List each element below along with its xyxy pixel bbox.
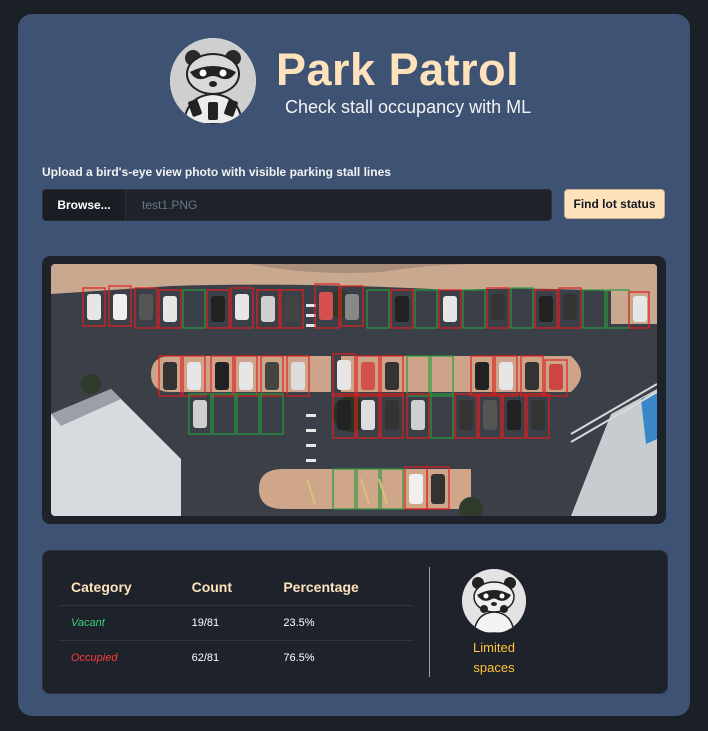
main-card: Park Patrol Check stall occupancy with M… bbox=[18, 14, 690, 716]
table-row: Vacant 19/81 23.5% bbox=[59, 605, 413, 641]
find-lot-status-button[interactable]: Find lot status bbox=[564, 189, 665, 219]
vacant-count: 19/81 bbox=[179, 605, 272, 641]
image-frame bbox=[42, 256, 666, 524]
header-percentage: Percentage bbox=[271, 571, 413, 606]
divider bbox=[429, 567, 430, 677]
browse-button[interactable]: Browse... bbox=[43, 190, 126, 220]
status-line-2: spaces bbox=[473, 660, 515, 675]
vacant-percentage: 23.5% bbox=[271, 605, 413, 641]
occupied-category: Occupied bbox=[71, 652, 118, 664]
aerial-parking-lot-image bbox=[51, 264, 657, 516]
page-subtitle: Check stall occupancy with ML bbox=[285, 97, 532, 117]
header-category: Category bbox=[59, 571, 180, 606]
page-title: Park Patrol bbox=[276, 44, 520, 95]
status-message: Limited spaces bbox=[453, 638, 535, 678]
header-count: Count bbox=[179, 571, 272, 606]
results-panel: Category Count Percentage Vacant 19/81 2… bbox=[42, 550, 668, 694]
worried-raccoon-icon bbox=[462, 569, 526, 633]
upload-label: Upload a bird's-eye view photo with visi… bbox=[42, 165, 391, 179]
table-header-row: Category Count Percentage bbox=[59, 571, 413, 606]
raccoon-logo-icon bbox=[170, 38, 256, 124]
file-input[interactable]: Browse... test1.PNG bbox=[42, 189, 552, 221]
status-line-1: Limited bbox=[473, 640, 515, 655]
results-table: Category Count Percentage Vacant 19/81 2… bbox=[59, 571, 413, 675]
occupied-percentage: 76.5% bbox=[283, 652, 315, 664]
occupied-count: 62/81 bbox=[191, 652, 220, 664]
selected-filename: test1.PNG bbox=[142, 198, 198, 212]
table-row: Occupied 62/81 76.5% bbox=[59, 641, 413, 676]
vacant-category: Vacant bbox=[59, 605, 180, 641]
